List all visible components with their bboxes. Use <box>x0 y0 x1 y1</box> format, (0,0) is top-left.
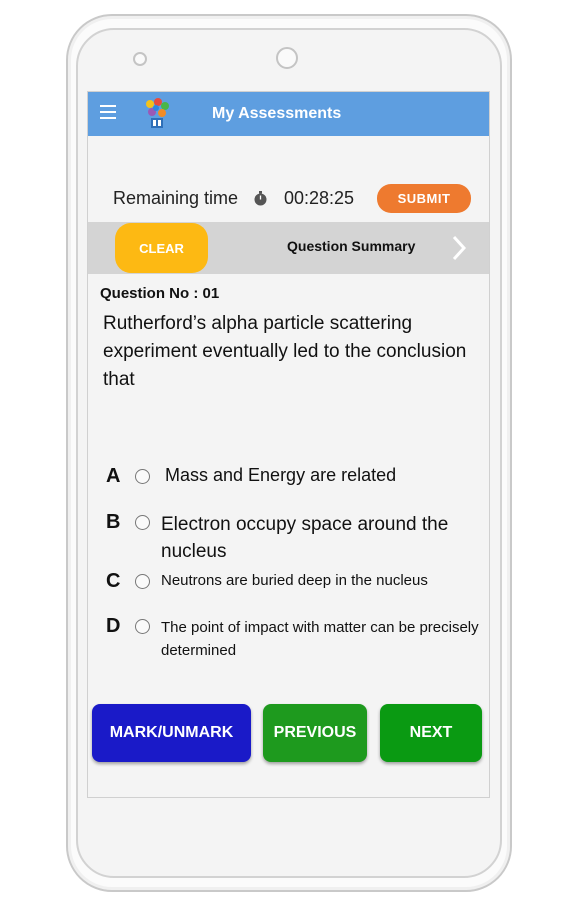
stopwatch-icon <box>254 191 267 206</box>
question-number: Question No : 01 <box>100 285 220 302</box>
option-text: Mass and Energy are related <box>165 465 397 485</box>
hamburger-menu-icon[interactable] <box>100 105 116 119</box>
option-d[interactable]: D The point of impact with matter can be… <box>88 615 489 663</box>
remaining-time-value: 00:28:25 <box>284 188 355 208</box>
mark-unmark-button[interactable]: MARK/UNMARK <box>92 704 251 762</box>
radio-button[interactable] <box>135 515 150 530</box>
question-text: Rutherford’s alpha particle scattering e… <box>103 313 467 390</box>
app-bar: My Assessments <box>88 92 489 136</box>
app-title: My Assessments <box>212 105 342 122</box>
next-button[interactable]: NEXT <box>380 704 482 762</box>
option-text: Neutrons are buried deep in the nucleus <box>161 572 428 589</box>
option-text: Electron occupy space around the nucleus <box>161 514 449 562</box>
chevron-right-icon[interactable] <box>450 234 468 262</box>
option-letter: C <box>106 570 121 592</box>
option-letter: B <box>106 511 121 533</box>
app-logo-icon <box>146 98 169 128</box>
clear-button[interactable]: CLEAR <box>115 223 208 273</box>
sensor-icon <box>133 52 147 66</box>
radio-button[interactable] <box>135 574 150 589</box>
app-screen: My Assessments Remaining time 00:28:25 S… <box>87 91 490 798</box>
question-summary-bar: CLEAR Question Summary <box>88 222 489 274</box>
option-b[interactable]: B Electron occupy space around the nucle… <box>88 511 489 565</box>
radio-button[interactable] <box>135 619 150 634</box>
submit-button[interactable]: SUBMIT <box>377 184 471 213</box>
option-letter: D <box>106 615 121 637</box>
remaining-time-label: Remaining time <box>113 188 239 208</box>
radio-button[interactable] <box>135 469 150 484</box>
camera-icon <box>276 47 298 69</box>
option-c[interactable]: C Neutrons are buried deep in the nucleu… <box>88 570 489 596</box>
question-summary-link[interactable]: Question Summary <box>287 238 415 254</box>
option-a[interactable]: A Mass and Energy are related <box>88 465 489 491</box>
timer-row: Remaining time 00:28:25 SUBMIT <box>88 176 489 220</box>
option-text: The point of impact with matter can be p… <box>161 619 479 659</box>
option-letter: A <box>106 465 121 487</box>
previous-button[interactable]: PREVIOUS <box>263 704 367 762</box>
